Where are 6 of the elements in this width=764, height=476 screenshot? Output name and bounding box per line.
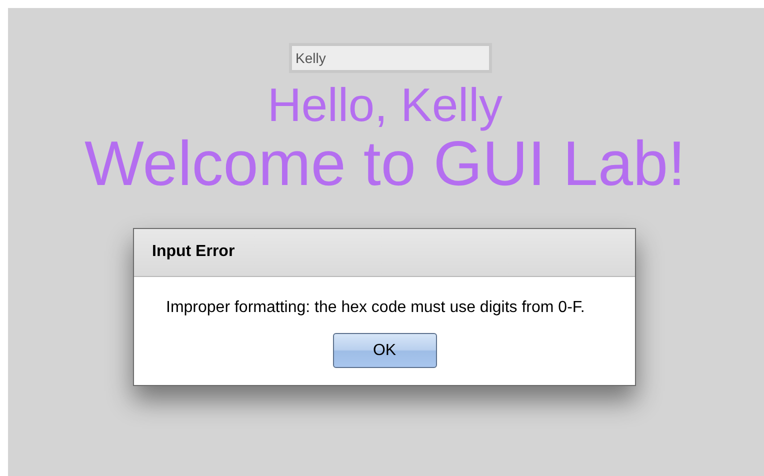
error-message: Improper formatting: the hex code must use digits from 0-F.: [165, 298, 586, 318]
welcome-heading: Welcome to GUI Lab!: [84, 131, 686, 197]
greeting-text: Hello, Kelly: [267, 77, 503, 133]
dialog-title: Input Error: [134, 229, 635, 277]
name-field[interactable]: Kelly: [288, 43, 492, 73]
ok-button[interactable]: OK: [332, 333, 436, 368]
